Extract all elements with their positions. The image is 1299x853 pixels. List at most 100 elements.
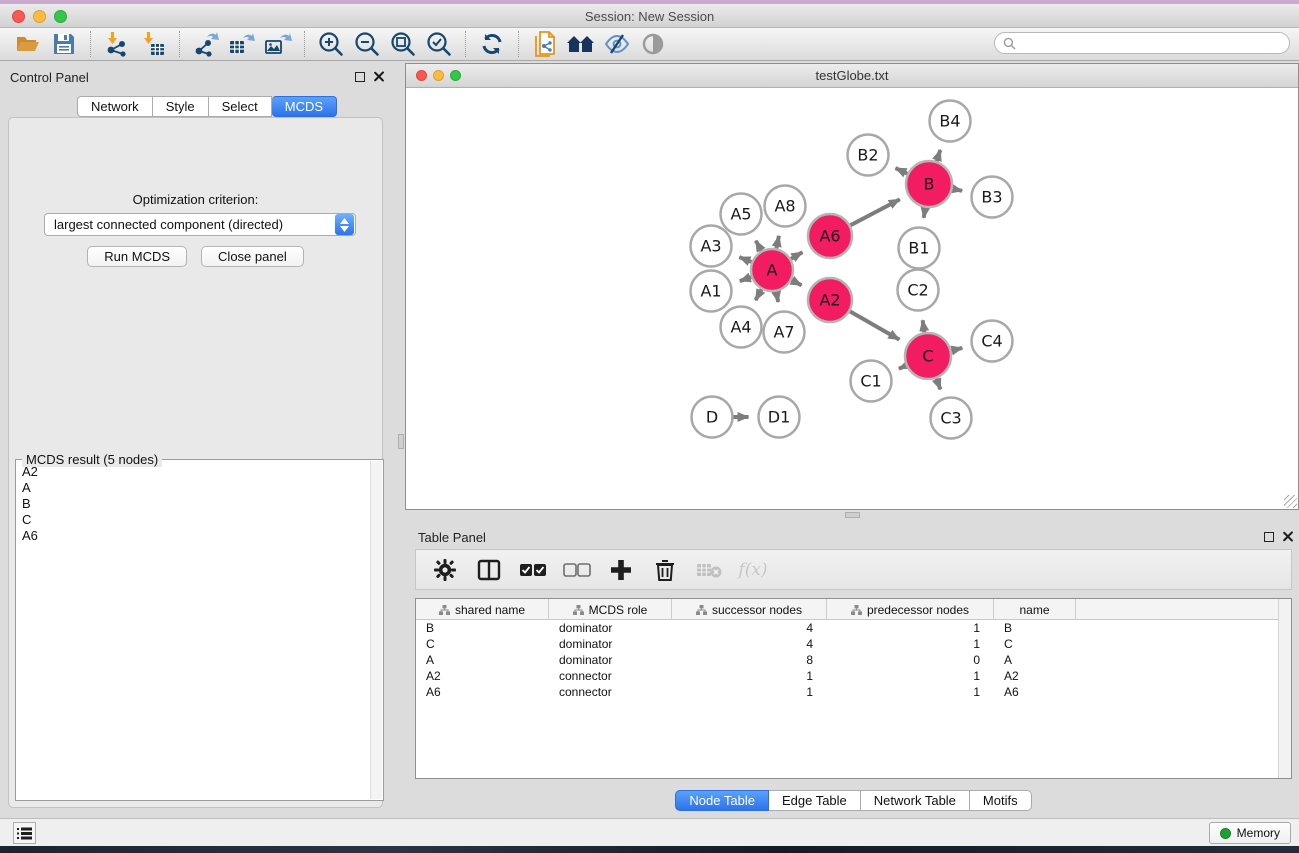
tab-edge-table[interactable]: Edge Table [769, 790, 861, 811]
result-item[interactable]: C [18, 512, 369, 528]
memory-button[interactable]: Memory [1209, 822, 1291, 844]
column-header-name[interactable]: name [994, 599, 1076, 620]
table-scrollbar[interactable] [1278, 599, 1291, 778]
graph-node-C1[interactable]: C1 [851, 361, 892, 402]
table-settings-gear-icon[interactable] [430, 555, 460, 585]
close-table-panel-icon[interactable] [1282, 531, 1293, 542]
horizontal-splitter-handle[interactable] [845, 512, 860, 518]
graph-node-A[interactable]: A [751, 249, 793, 291]
graph-node-A1[interactable]: A1 [691, 271, 732, 312]
export-network-icon[interactable] [188, 30, 224, 58]
home-layout-icon[interactable] [563, 30, 599, 58]
zoom-out-icon[interactable] [349, 30, 385, 58]
graph-edge-A-A1[interactable] [740, 277, 751, 281]
refresh-icon[interactable] [474, 30, 510, 58]
export-image-icon[interactable] [260, 30, 296, 58]
zoom-in-icon[interactable] [313, 30, 349, 58]
deselect-all-checks-icon[interactable] [562, 555, 592, 585]
graph-edge-B-B1[interactable] [924, 208, 926, 218]
graph-edge-A2-C[interactable] [850, 311, 899, 339]
tab-select[interactable]: Select [209, 96, 272, 117]
graph-edge-A-A2[interactable] [792, 280, 802, 285]
select-all-checks-icon[interactable] [518, 555, 548, 585]
tab-network[interactable]: Network [77, 96, 153, 117]
graph-node-B4[interactable]: B4 [930, 101, 971, 142]
graph-edge-B-B4[interactable] [937, 150, 941, 161]
tab-motifs[interactable]: Motifs [970, 790, 1032, 811]
table-row[interactable]: Cdominator41C [416, 636, 1291, 652]
graph-edge-A-A8[interactable] [776, 236, 779, 249]
table-row[interactable]: A6connector11A6 [416, 684, 1291, 700]
network-canvas[interactable]: B4 B2 B B3 A5A8A6 A3 B1 A A1 C2 A2 A4A7 C4 C C1 D D1 C3 [406, 88, 1298, 509]
graph-node-B3[interactable]: B3 [972, 177, 1013, 218]
graph-edge-A-A6[interactable] [791, 252, 802, 259]
graph-edge-A-A3[interactable] [739, 257, 751, 262]
graph-edge-C-C3[interactable] [936, 379, 940, 390]
table-row[interactable]: Bdominator41B [416, 620, 1291, 636]
add-column-plus-icon[interactable] [606, 555, 636, 585]
graph-edge-C-C2[interactable] [923, 320, 925, 332]
run-mcds-button[interactable]: Run MCDS [87, 246, 187, 267]
graph-node-A5[interactable]: A5 [721, 194, 762, 235]
graph-edge-C-C1[interactable] [899, 366, 906, 369]
zoom-fit-icon[interactable] [385, 30, 421, 58]
float-table-panel-icon[interactable] [1264, 532, 1274, 542]
graph-node-C2[interactable]: C2 [898, 270, 939, 311]
graph-node-C3[interactable]: C3 [931, 398, 972, 439]
result-item[interactable]: A2 [18, 464, 369, 480]
graph-node-A2[interactable]: A2 [808, 278, 852, 322]
graph-node-A7[interactable]: A7 [764, 312, 805, 353]
import-table-icon[interactable] [135, 30, 171, 58]
optimization-criterion-dropdown[interactable]: largest connected component (directed) [44, 213, 356, 236]
graph-edge-A-A4[interactable] [756, 289, 762, 300]
graph-node-A4[interactable]: A4 [721, 307, 762, 348]
tab-node-table[interactable]: Node Table [675, 790, 769, 811]
graph-node-C4[interactable]: C4 [972, 321, 1013, 362]
delete-column-trash-icon[interactable] [650, 555, 680, 585]
result-list-scrollbar[interactable] [370, 461, 382, 799]
import-network-icon[interactable] [99, 30, 135, 58]
duplicate-network-icon[interactable] [527, 30, 563, 58]
graph-node-A6[interactable]: A6 [808, 214, 852, 258]
graph-node-A3[interactable]: A3 [691, 226, 732, 267]
graph-edge-A-A7[interactable] [776, 292, 778, 302]
search-input[interactable] [1021, 34, 1289, 52]
tab-network-table[interactable]: Network Table [861, 790, 970, 811]
graph-node-C[interactable]: C [905, 333, 951, 379]
column-header-predecessor-nodes[interactable]: predecessor nodes [827, 599, 994, 620]
float-panel-icon[interactable] [355, 72, 365, 82]
zoom-selected-icon[interactable] [421, 30, 457, 58]
result-item[interactable]: B [18, 496, 369, 512]
graph-edge-A-A5[interactable] [756, 241, 762, 251]
table-row[interactable]: A2connector11A2 [416, 668, 1291, 684]
column-header-shared-name[interactable]: shared name [416, 599, 549, 620]
close-panel-icon[interactable] [373, 71, 384, 82]
close-panel-button[interactable]: Close panel [201, 246, 304, 267]
graph-node-D[interactable]: D [692, 397, 733, 438]
hide-graphics-details-icon[interactable] [599, 30, 635, 58]
graph-edge-A6-B[interactable] [850, 199, 899, 225]
graph-node-B[interactable]: B [906, 161, 952, 207]
graph-node-B2[interactable]: B2 [848, 135, 889, 176]
export-table-icon[interactable] [224, 30, 260, 58]
tab-mcds[interactable]: MCDS [272, 96, 337, 117]
result-item[interactable]: A [18, 480, 369, 496]
show-columns-icon[interactable] [474, 555, 504, 585]
graph-node-A8[interactable]: A8 [765, 186, 806, 227]
search-field[interactable] [994, 32, 1290, 54]
open-folder-icon[interactable] [10, 30, 46, 58]
window-resize-grip[interactable] [1284, 495, 1297, 508]
column-header-successor-nodes[interactable]: successor nodes [672, 599, 827, 620]
show-all-eye-icon[interactable] [635, 30, 671, 58]
main-titlebar[interactable]: Session: New Session [0, 4, 1299, 28]
graph-node-D1[interactable]: D1 [759, 397, 800, 438]
graph-edge-B-B3[interactable] [953, 189, 963, 191]
tab-style[interactable]: Style [153, 96, 209, 117]
task-history-button[interactable] [13, 822, 36, 844]
graph-edge-C-C4[interactable] [951, 348, 962, 351]
save-session-icon[interactable] [46, 30, 82, 58]
column-header-MCDS-role[interactable]: MCDS role [549, 599, 672, 620]
result-item[interactable]: A6 [18, 528, 369, 544]
table-row[interactable]: Adominator80A [416, 652, 1291, 668]
graph-node-B1[interactable]: B1 [899, 228, 940, 269]
